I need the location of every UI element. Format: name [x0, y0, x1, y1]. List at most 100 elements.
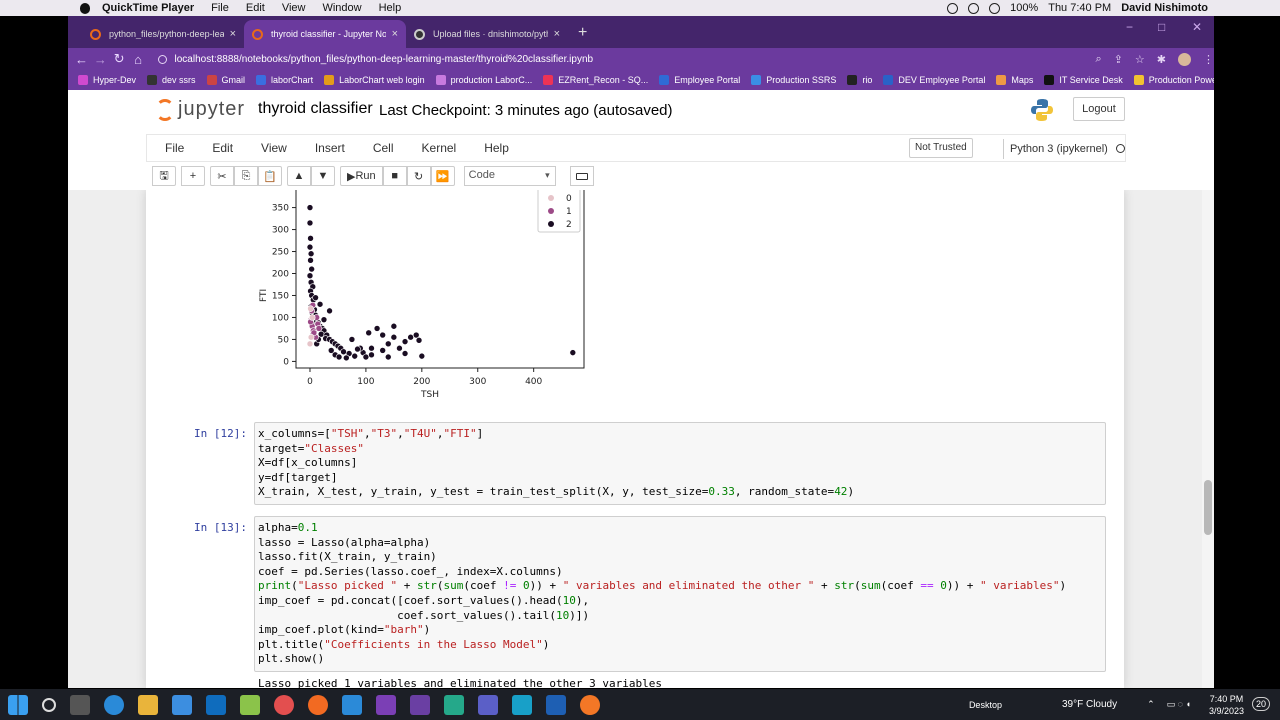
- bookmark-item[interactable]: laborChart: [256, 75, 313, 85]
- bookmark-item[interactable]: Production PowerBI: [1133, 75, 1214, 85]
- tray-chevron-icon[interactable]: ⌃: [1147, 699, 1155, 710]
- notification-badge[interactable]: 20: [1251, 697, 1270, 711]
- close-tab-icon[interactable]: ×: [392, 28, 398, 40]
- visual-studio-icon[interactable]: [376, 694, 396, 715]
- bookmark-item[interactable]: Maps: [996, 75, 1033, 85]
- scrollbar[interactable]: [1202, 190, 1214, 688]
- menu-kernel[interactable]: Kernel: [422, 141, 457, 155]
- bookmark-item[interactable]: rio: [847, 75, 872, 85]
- back-button[interactable]: ←: [72, 52, 91, 67]
- menu-help[interactable]: Help: [484, 141, 509, 155]
- taskbar-clock[interactable]: 7:40 PM 3/9/2023: [1209, 693, 1244, 717]
- profile-avatar[interactable]: [1177, 52, 1191, 66]
- notebook-title[interactable]: thyroid classifier: [258, 100, 373, 118]
- wifi-icon[interactable]: [968, 2, 980, 14]
- run-button[interactable]: ▶ Run: [340, 166, 383, 186]
- site-info-icon[interactable]: [157, 54, 167, 64]
- file-explorer-icon[interactable]: [138, 694, 158, 715]
- app-icon[interactable]: [512, 694, 532, 715]
- bluetooth-icon[interactable]: [989, 2, 1001, 14]
- notepad-icon[interactable]: [240, 694, 260, 715]
- new-tab-button[interactable]: +: [578, 20, 587, 48]
- home-button[interactable]: ⌂: [129, 52, 148, 67]
- menu-edit[interactable]: Edit: [212, 141, 233, 155]
- chrome-icon[interactable]: [274, 694, 294, 715]
- tab-python-files[interactable]: python_files/python-deep-learni ×: [82, 20, 244, 48]
- bookmark-item[interactable]: production LaborC...: [435, 75, 532, 85]
- interrupt-button[interactable]: ■: [382, 166, 407, 186]
- move-up-button[interactable]: ▲: [287, 166, 311, 186]
- mac-menu-file[interactable]: File: [211, 2, 229, 14]
- not-trusted-button[interactable]: Not Trusted: [909, 138, 973, 158]
- insert-cell-button[interactable]: +: [181, 166, 205, 186]
- esi-icon[interactable]: [410, 694, 430, 715]
- windows-start-icon[interactable]: [8, 694, 28, 715]
- menu-cell[interactable]: Cell: [373, 141, 394, 155]
- restart-run-all-button[interactable]: ⏩: [430, 166, 455, 186]
- bookmark-item[interactable]: LaborChart web login: [324, 75, 425, 85]
- mac-menu-view[interactable]: View: [282, 2, 306, 14]
- mac-user[interactable]: David Nishimoto: [1121, 2, 1208, 14]
- share-icon[interactable]: ⇪: [1114, 53, 1123, 66]
- bookmark-item[interactable]: IT Service Desk: [1044, 75, 1123, 85]
- minimize-button[interactable]: −: [1126, 20, 1133, 34]
- bookmark-item[interactable]: dev ssrs: [147, 75, 196, 85]
- close-tab-icon[interactable]: ×: [554, 28, 560, 40]
- apple-icon[interactable]: [80, 2, 90, 14]
- url-field[interactable]: localhost:8888/notebooks/python_files/py…: [157, 49, 1088, 69]
- mac-menu-edit[interactable]: Edit: [246, 2, 265, 14]
- store-icon[interactable]: [172, 694, 192, 715]
- jupyter-icon[interactable]: [580, 694, 600, 715]
- logout-button[interactable]: Logout: [1073, 97, 1125, 121]
- weather-widget[interactable]: 39°F Cloudy: [1062, 699, 1117, 710]
- restart-button[interactable]: ↻: [406, 166, 431, 186]
- mac-menu-window[interactable]: Window: [322, 2, 361, 14]
- app-name[interactable]: QuickTime Player: [102, 2, 194, 14]
- bookmark-item[interactable]: Gmail: [206, 75, 245, 85]
- extensions-icon[interactable]: ✱: [1157, 53, 1166, 66]
- bookmark-item[interactable]: DEV Employee Portal: [883, 75, 985, 85]
- reload-button[interactable]: ↻: [110, 51, 129, 67]
- edge-icon[interactable]: [104, 694, 124, 715]
- app-icon[interactable]: [444, 694, 464, 715]
- postman-icon[interactable]: [308, 694, 328, 715]
- scrollbar-thumb[interactable]: [1204, 480, 1212, 535]
- zoom-icon[interactable]: ⌕: [1096, 53, 1102, 66]
- bookmark-item[interactable]: Employee Portal: [659, 75, 740, 85]
- bookmark-item[interactable]: Hyper-Dev: [78, 75, 136, 85]
- app-icon[interactable]: [546, 694, 566, 715]
- tab-thyroid-classifier[interactable]: thyroid classifier - Jupyter Noteb ×: [244, 20, 406, 48]
- mac-clock[interactable]: Thu 7:40 PM: [1048, 2, 1111, 14]
- cell-type-select[interactable]: Code ▾: [463, 166, 556, 186]
- kernel-indicator[interactable]: Python 3 (ipykernel): [1003, 139, 1125, 159]
- command-palette-button[interactable]: [569, 166, 594, 186]
- close-window-button[interactable]: ✕: [1192, 20, 1202, 34]
- bookmark-star-icon[interactable]: ☆: [1135, 53, 1145, 66]
- tray-icons[interactable]: ▭ ◌ ◖: [1167, 699, 1191, 710]
- copy-button[interactable]: ⎘: [234, 166, 258, 186]
- move-down-button[interactable]: ▼: [311, 166, 335, 186]
- teams-icon[interactable]: [478, 694, 498, 715]
- close-tab-icon[interactable]: ×: [230, 28, 236, 40]
- bookmark-item[interactable]: Production SSRS: [751, 75, 836, 85]
- mac-menu-help[interactable]: Help: [379, 2, 402, 14]
- search-icon[interactable]: [42, 697, 56, 712]
- menu-view[interactable]: View: [261, 141, 287, 155]
- paste-button[interactable]: 📋: [258, 166, 282, 186]
- more-menu-icon[interactable]: ⋮: [1203, 53, 1214, 66]
- tab-upload-files[interactable]: Upload files · dnishimoto/python ×: [406, 20, 568, 48]
- code-cell-13[interactable]: alpha=0.1 lasso = Lasso(alpha=alpha) lasso…: [254, 516, 1106, 672]
- outlook-icon[interactable]: [206, 694, 226, 715]
- cut-button[interactable]: ✂: [210, 166, 234, 186]
- bookmark-item[interactable]: EZRent_Recon - SQ...: [543, 75, 648, 85]
- desktop-label[interactable]: Desktop: [969, 700, 1002, 710]
- vscode-icon[interactable]: [342, 694, 362, 715]
- record-icon[interactable]: [947, 2, 959, 14]
- jupyter-logo[interactable]: jupyter: [156, 98, 245, 121]
- code-cell-12[interactable]: x_columns=["TSH","T3","T4U","FTI"] target…: [254, 422, 1106, 505]
- maximize-button[interactable]: □: [1158, 20, 1165, 34]
- save-button[interactable]: 🖫: [152, 166, 176, 186]
- menu-file[interactable]: File: [165, 141, 184, 155]
- task-view-icon[interactable]: [70, 694, 90, 715]
- forward-button[interactable]: →: [91, 52, 110, 67]
